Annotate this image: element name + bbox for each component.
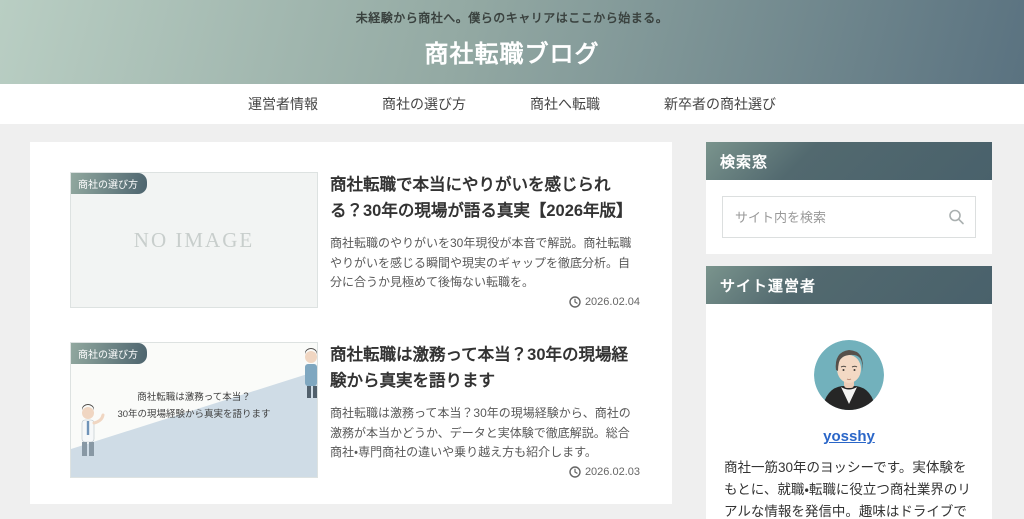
clock-icon <box>569 296 581 308</box>
site-header: 未経験から商社へ。僕らのキャリアはここから始まる。 商社転職ブログ <box>0 0 1024 84</box>
article-title[interactable]: 商社転職は激務って本当？30年の現場経験から真実を語ります <box>330 342 640 395</box>
author-name-link[interactable]: yosshy <box>823 428 875 445</box>
search-widget: 検索窓 <box>706 142 992 254</box>
author-bio: 商社一筋30年のヨッシーです。実体験をもとに、就職・転職に役立つ商社業界のリアル… <box>724 460 971 519</box>
article-card-1[interactable]: 商社の選び方 NO IMAGE 商社転職で本当にやりがいを感じられる？30年の現… <box>70 172 640 308</box>
article-meta: 2026.02.04 <box>330 296 640 308</box>
article-list: 商社の選び方 NO IMAGE 商社転職で本当にやりがいを感じられる？30年の現… <box>30 142 672 504</box>
article-2-entry: 商社転職は激務って本当？30年の現場経験から真実を語ります 商社転職は激務って本… <box>330 342 640 478</box>
search-widget-body <box>706 180 992 254</box>
article-date: 2026.02.04 <box>584 296 640 308</box>
nav-item-new-grad[interactable]: 新卒者の商社選び <box>664 94 776 114</box>
nav-item-choose-shosha[interactable]: 商社の選び方 <box>382 94 466 114</box>
article-date: 2026.02.03 <box>584 466 640 478</box>
site-title[interactable]: 商社転職ブログ <box>0 34 1024 69</box>
search-input[interactable] <box>722 196 976 238</box>
clock-icon <box>569 466 581 478</box>
avatar <box>814 340 884 410</box>
article-excerpt: 商社転職のやりがいを30年現役が本音で解説。商社転職 やりがいを感じる瞬間や現実… <box>330 235 632 290</box>
author-widget-body: yosshy 商社一筋30年のヨッシーです。実体験をもとに、就職・転職に役立つ商… <box>706 304 992 519</box>
page: 未経験から商社へ。僕らのキャリアはここから始まる。 商社転職ブログ 運営者情報 … <box>0 0 1024 519</box>
site-tagline: 未経験から商社へ。僕らのキャリアはここから始まる。 <box>355 11 669 25</box>
article-1-thumbnail[interactable]: 商社の選び方 NO IMAGE <box>70 172 318 308</box>
author-widget: サイト運営者 yosshy 商社一筋30年のヨッシーです。実体験をもとに、就職・… <box>706 266 992 519</box>
nav-item-career-change[interactable]: 商社へ転職 <box>530 94 600 114</box>
article-2-thumbnail[interactable]: 商社の選び方 商社転職は激務って本当？ 30年の現場経験から真実を語ります <box>70 342 318 478</box>
category-badge[interactable]: 商社の選び方 <box>71 343 147 364</box>
article-excerpt: 商社転職は激務って本当？30年の現場経験から、商社の激務が本当かどうか、データと… <box>330 405 631 460</box>
author-widget-title: サイト運営者 <box>706 266 992 304</box>
article-title[interactable]: 商社転職で本当にやりがいを感じられる？30年の現場が語る真実【2026年版】 <box>330 172 640 225</box>
article-card-2[interactable]: 商社の選び方 商社転職は激務って本当？ 30年の現場経験から真実を語ります 商社… <box>70 342 640 478</box>
article-meta: 2026.02.03 <box>330 466 640 478</box>
content-area: 商社の選び方 NO IMAGE 商社転職で本当にやりがいを感じられる？30年の現… <box>0 124 1024 519</box>
search-widget-title: 検索窓 <box>706 142 992 180</box>
sidebar: 検索窓 サイト運営者 <box>706 142 992 519</box>
thumbnail-caption: 商社転職は激務って本当？ 30年の現場経験から真実を語ります <box>117 392 271 421</box>
global-nav: 運営者情報 商社の選び方 商社へ転職 新卒者の商社選び <box>0 84 1024 124</box>
nav-item-operator-info[interactable]: 運営者情報 <box>248 94 318 114</box>
search-icon[interactable] <box>948 209 965 226</box>
article-1-entry: 商社転職で本当にやりがいを感じられる？30年の現場が語る真実【2026年版】 商… <box>330 172 640 308</box>
category-badge[interactable]: 商社の選び方 <box>71 173 147 194</box>
